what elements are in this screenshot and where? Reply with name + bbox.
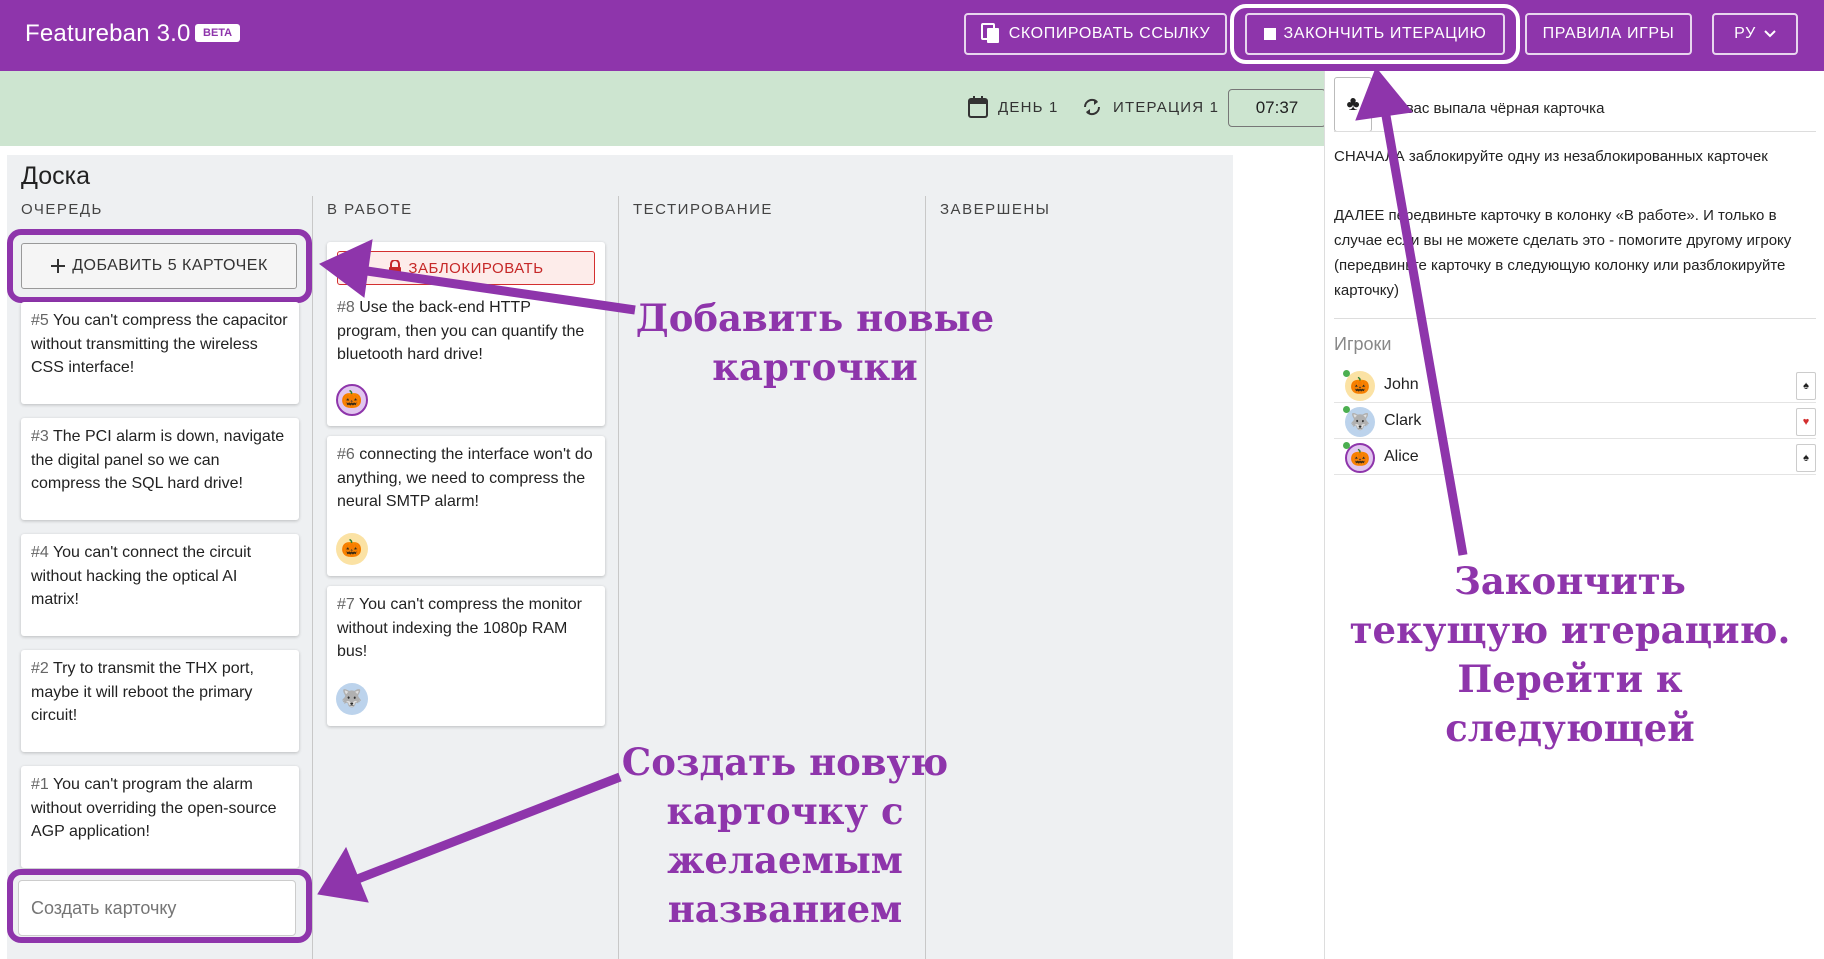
player-name: Alice bbox=[1384, 448, 1419, 465]
iteration-label: ИТЕРАЦИЯ 1 bbox=[1113, 98, 1220, 116]
spade-card-icon: ♠ bbox=[1796, 372, 1816, 400]
add-cards-highlight bbox=[7, 229, 312, 303]
queue-card[interactable]: #5 You can't compress the capacitor with… bbox=[21, 302, 299, 404]
language-label: РУ bbox=[1734, 25, 1756, 42]
pumpkin-icon: 🎃 bbox=[1345, 371, 1375, 401]
block-label: ЗАБЛОКИРОВАТЬ bbox=[408, 259, 544, 277]
step-two-text: ДАЛЕЕ передвиньте карточку в колонку «В … bbox=[1334, 207, 1792, 299]
column-title-in-progress: В РАБОТЕ bbox=[327, 201, 413, 218]
online-dot bbox=[1343, 370, 1350, 377]
step-one-text: СНАЧАЛА заблокируйте одну из незаблокиро… bbox=[1334, 148, 1768, 165]
rules-button[interactable]: ПРАВИЛА ИГРЫ bbox=[1525, 13, 1692, 55]
lock-icon bbox=[389, 260, 402, 276]
players-title: Игроки bbox=[1334, 334, 1392, 354]
player-row: 🎃 John ♠ bbox=[1334, 368, 1816, 403]
player-row: 🎃 Alice ♠ bbox=[1334, 440, 1816, 475]
pumpkin-icon: 🎃 bbox=[336, 533, 368, 565]
column-title-done: ЗАВЕРШЕНЫ bbox=[940, 201, 1051, 218]
column-divider bbox=[312, 196, 313, 959]
divider bbox=[1334, 131, 1816, 132]
in-progress-card[interactable]: #6 connecting the interface won't do any… bbox=[327, 436, 605, 576]
timer: 07:37 bbox=[1228, 89, 1326, 127]
player-name: John bbox=[1384, 376, 1419, 393]
copy-link-label: СКОПИРОВАТЬ ССЫЛКУ bbox=[1008, 25, 1211, 42]
pumpkin-icon: 🎃 bbox=[1345, 443, 1375, 473]
card-drawn-text: У вас выпала чёрная карточка bbox=[1392, 100, 1605, 117]
annotation-end-iteration: Закончить текущую итерацию. Перейти к сл… bbox=[1349, 559, 1791, 750]
online-dot bbox=[1343, 406, 1350, 413]
spade-card-icon: ♠ bbox=[1796, 444, 1816, 472]
copy-link-button[interactable]: СКОПИРОВАТЬ ССЫЛКУ bbox=[964, 13, 1227, 55]
heart-card-icon: ♥ bbox=[1796, 408, 1816, 436]
club-card-icon: ♣ bbox=[1334, 77, 1372, 132]
refresh-icon bbox=[1083, 98, 1101, 116]
rules-label: ПРАВИЛА ИГРЫ bbox=[1542, 25, 1675, 42]
wolf-icon: 🐺 bbox=[336, 683, 368, 715]
calendar-icon bbox=[968, 96, 988, 118]
player-name: Clark bbox=[1384, 412, 1422, 429]
queue-card[interactable]: #2 Try to transmit the THX port, maybe i… bbox=[21, 650, 299, 752]
day-indicator: ДЕНЬ 1 bbox=[968, 96, 1059, 118]
column-title-queue: ОЧЕРЕДЬ bbox=[21, 201, 103, 218]
beta-badge: BETA bbox=[195, 24, 241, 42]
create-card-highlight bbox=[7, 869, 312, 943]
app-title: Featureban 3.0 bbox=[25, 20, 191, 47]
pumpkin-icon: 🎃 bbox=[336, 384, 368, 416]
language-select[interactable]: РУ bbox=[1712, 13, 1798, 55]
queue-card[interactable]: #1 You can't program the alarm without o… bbox=[21, 766, 299, 868]
queue-card[interactable]: #4 You can't connect the circuit without… bbox=[21, 534, 299, 636]
queue-card[interactable]: #3 The PCI alarm is down, navigate the d… bbox=[21, 418, 299, 520]
chevron-down-icon bbox=[1764, 30, 1776, 38]
copy-icon bbox=[980, 23, 999, 43]
divider bbox=[1334, 318, 1816, 319]
block-card-button[interactable]: ЗАБЛОКИРОВАТЬ bbox=[337, 251, 595, 285]
player-row: 🐺 Clark ♥ bbox=[1334, 404, 1816, 439]
end-iteration-highlight bbox=[1230, 4, 1520, 64]
annotation-create-card: Создать новую карточку с желаемым назван… bbox=[621, 740, 949, 931]
wolf-icon: 🐺 bbox=[1345, 407, 1375, 437]
day-label: ДЕНЬ 1 bbox=[998, 98, 1059, 116]
in-progress-card[interactable]: #7 You can't compress the monitor withou… bbox=[327, 586, 605, 726]
iteration-indicator: ИТЕРАЦИЯ 1 bbox=[1081, 96, 1219, 118]
online-dot bbox=[1343, 442, 1350, 449]
board-title: Доска bbox=[21, 162, 91, 190]
annotation-add-cards: Добавить новые карточки bbox=[635, 296, 995, 389]
column-title-testing: ТЕСТИРОВАНИЕ bbox=[633, 201, 773, 218]
